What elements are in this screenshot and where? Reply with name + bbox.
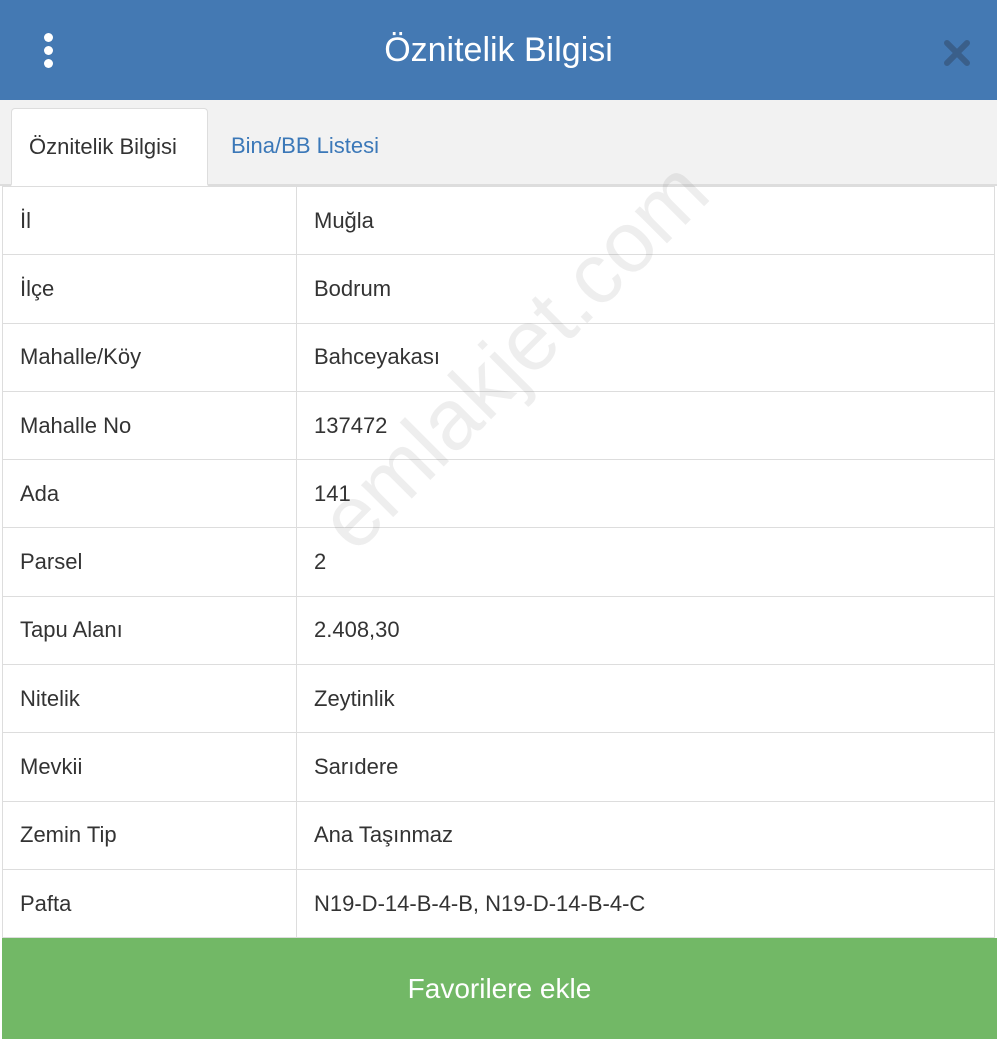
attribute-value: Bahceyakası bbox=[296, 322, 995, 392]
add-to-favorites-button[interactable]: Favorilere ekle bbox=[2, 938, 997, 1039]
attribute-key: Mahalle No bbox=[2, 390, 297, 461]
attribute-key: Nitelik bbox=[2, 664, 297, 734]
attribute-value: 2.408,30 bbox=[296, 595, 995, 666]
attribute-value: Ana Taşınmaz bbox=[296, 800, 995, 870]
modal-header: Öznitelik Bilgisi bbox=[0, 0, 997, 100]
attribute-key: Mahalle/Köy bbox=[2, 322, 297, 392]
attribute-value: 2 bbox=[296, 527, 995, 597]
attribute-value: N19-D-14-B-4-B, N19-D-14-B-4-C bbox=[296, 868, 995, 939]
table-row: Nitelik Zeytinlik bbox=[2, 664, 995, 734]
table-row: Ada 141 bbox=[2, 459, 995, 529]
table-row: Parsel 2 bbox=[2, 527, 995, 597]
attribute-key: İlçe bbox=[2, 254, 297, 324]
modal-title: Öznitelik Bilgisi bbox=[384, 31, 613, 69]
attribute-key: Pafta bbox=[2, 868, 297, 939]
tab-building-list[interactable]: Bina/BB Listesi bbox=[214, 108, 396, 186]
tab-bar: Öznitelik Bilgisi Bina/BB Listesi bbox=[0, 100, 997, 186]
table-row: İlçe Bodrum bbox=[2, 254, 995, 324]
attribute-info-modal: Öznitelik Bilgisi Öznitelik Bilgisi Bina… bbox=[0, 0, 997, 1041]
attribute-table: İl Muğla İlçe Bodrum Mahalle/Köy Bahceyakası M… bbox=[2, 185, 995, 939]
table-row: Pafta N19-D-14-B-4-B, N19-D-14-B-4-C bbox=[2, 868, 995, 939]
table-row: Mevkii Sarıdere bbox=[2, 732, 995, 802]
attribute-value: Zeytinlik bbox=[296, 664, 995, 734]
attribute-key: Parsel bbox=[2, 527, 297, 597]
attribute-key: Zemin Tip bbox=[2, 800, 297, 870]
attribute-value: 141 bbox=[296, 459, 995, 529]
table-row: İl Muğla bbox=[2, 185, 995, 256]
table-row: Tapu Alanı 2.408,30 bbox=[2, 595, 995, 666]
table-row: Mahalle/Köy Bahceyakası bbox=[2, 322, 995, 392]
attribute-value: Bodrum bbox=[296, 254, 995, 324]
tab-attribute-info[interactable]: Öznitelik Bilgisi bbox=[11, 108, 208, 186]
attribute-key: Ada bbox=[2, 459, 297, 529]
attribute-value: Muğla bbox=[296, 185, 995, 256]
attribute-value: 137472 bbox=[296, 390, 995, 461]
table-row: Zemin Tip Ana Taşınmaz bbox=[2, 800, 995, 870]
attribute-key: Tapu Alanı bbox=[2, 595, 297, 666]
attribute-value: Sarıdere bbox=[296, 732, 995, 802]
attribute-key: Mevkii bbox=[2, 732, 297, 802]
vertical-dots-icon[interactable] bbox=[34, 30, 64, 70]
table-row: Mahalle No 137472 bbox=[2, 390, 995, 461]
attribute-key: İl bbox=[2, 185, 297, 256]
close-x-icon[interactable] bbox=[940, 36, 974, 70]
